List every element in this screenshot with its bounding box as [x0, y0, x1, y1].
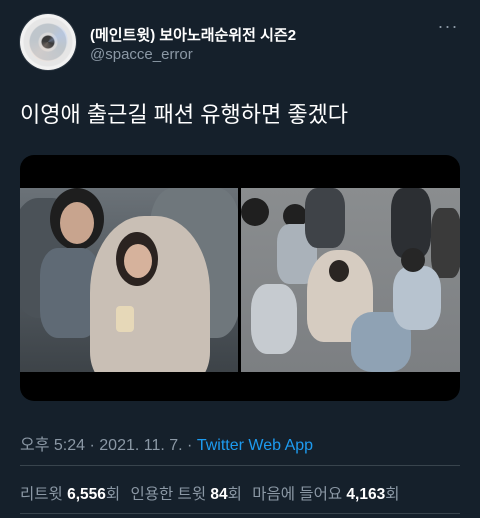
retweets-unit: 회: [105, 486, 121, 503]
author-name[interactable]: (메인트윗) 보아노래순위전 시즌2: [90, 24, 296, 45]
likes-count: 4,163: [346, 486, 386, 503]
likes-unit: 회: [385, 486, 400, 503]
source-app-link[interactable]: Twitter Web App: [197, 437, 313, 454]
quotes-stat[interactable]: 인용한 트윗 84회: [130, 486, 246, 503]
divider: [20, 513, 460, 514]
tweet-media[interactable]: [20, 155, 460, 401]
quotes-unit: 회: [227, 486, 242, 503]
media-photo-right[interactable]: [241, 155, 460, 401]
divider: [20, 465, 460, 466]
tweet-timestamp: 오후 5:24 · 2021. 11. 7. · Twitter Web App: [20, 431, 313, 455]
retweets-count: 6,556: [67, 486, 106, 503]
tweet-header: (메인트윗) 보아노래순위전 시즌2 @spacce_error ···: [20, 14, 460, 74]
quotes-count: 84: [210, 486, 228, 503]
separator: ·: [89, 437, 95, 454]
author-handle[interactable]: @spacce_error: [90, 46, 193, 63]
likes-stat[interactable]: 마음에 들어요 4,163회: [252, 486, 399, 503]
tweet-text: 이영애 출근길 패션 유행하면 좋겠다: [20, 102, 349, 127]
quotes-label: 인용한 트윗: [130, 486, 207, 503]
retweets-label: 리트윗: [20, 486, 63, 503]
ellipsis-icon[interactable]: ···: [436, 17, 460, 36]
tweet-time[interactable]: 오후 5:24: [20, 437, 85, 454]
cd-disc-icon: [28, 22, 68, 62]
avatar[interactable]: [20, 14, 76, 70]
tweet-date[interactable]: 2021. 11. 7.: [99, 437, 182, 454]
separator: ·: [187, 437, 193, 454]
likes-label: 마음에 들어요: [252, 486, 343, 503]
photo-frame: [20, 188, 238, 372]
photo-frame: [241, 188, 460, 372]
media-photo-left[interactable]: [20, 155, 238, 401]
retweets-stat[interactable]: 리트윗 6,556회: [20, 486, 124, 503]
tweet-stats: 리트윗 6,556회 인용한 트윗 84회 마음에 들어요 4,163회: [20, 482, 405, 504]
